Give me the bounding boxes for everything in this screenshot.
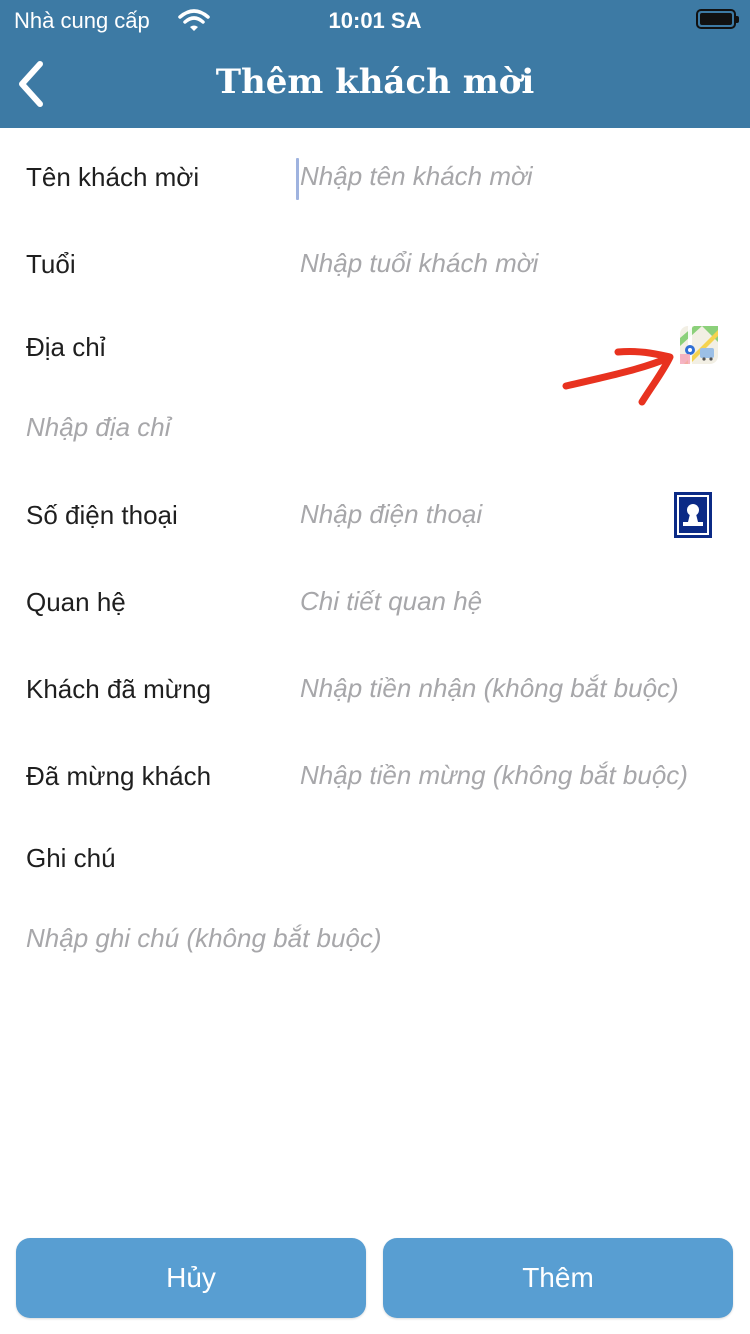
note-label: Ghi chú [26,843,116,873]
gifted-amount-input[interactable] [300,759,745,791]
nav-bar: Thêm khách mời [0,40,750,128]
contact-icon[interactable] [674,492,712,538]
phone-label: Số điện thoại [26,500,178,530]
text-cursor [296,158,299,200]
map-icon[interactable] [680,326,718,364]
add-button[interactable]: Thêm [383,1238,733,1318]
phone-input[interactable] [300,498,660,530]
relation-label: Quan hệ [26,587,126,617]
battery-icon [696,9,739,29]
relation-input[interactable] [300,585,720,617]
guest-name-input[interactable] [300,160,720,192]
note-input[interactable] [26,922,706,954]
age-input[interactable] [300,247,720,279]
red-arrow-annotation [562,348,674,406]
status-bar: Nhà cung cấp 10:01 SA [0,0,750,40]
cancel-button[interactable]: Hủy [16,1238,366,1318]
gifted-label: Đã mừng khách [26,761,212,791]
address-input[interactable] [26,411,706,443]
address-label: Địa chỉ [26,332,106,362]
clock: 10:01 SA [328,8,422,33]
name-label: Tên khách mời [26,162,200,192]
received-amount-input[interactable] [300,672,740,704]
received-label: Khách đã mừng [26,674,212,704]
age-label: Tuổi [26,249,76,279]
page-title: Thêm khách mời [215,62,535,102]
